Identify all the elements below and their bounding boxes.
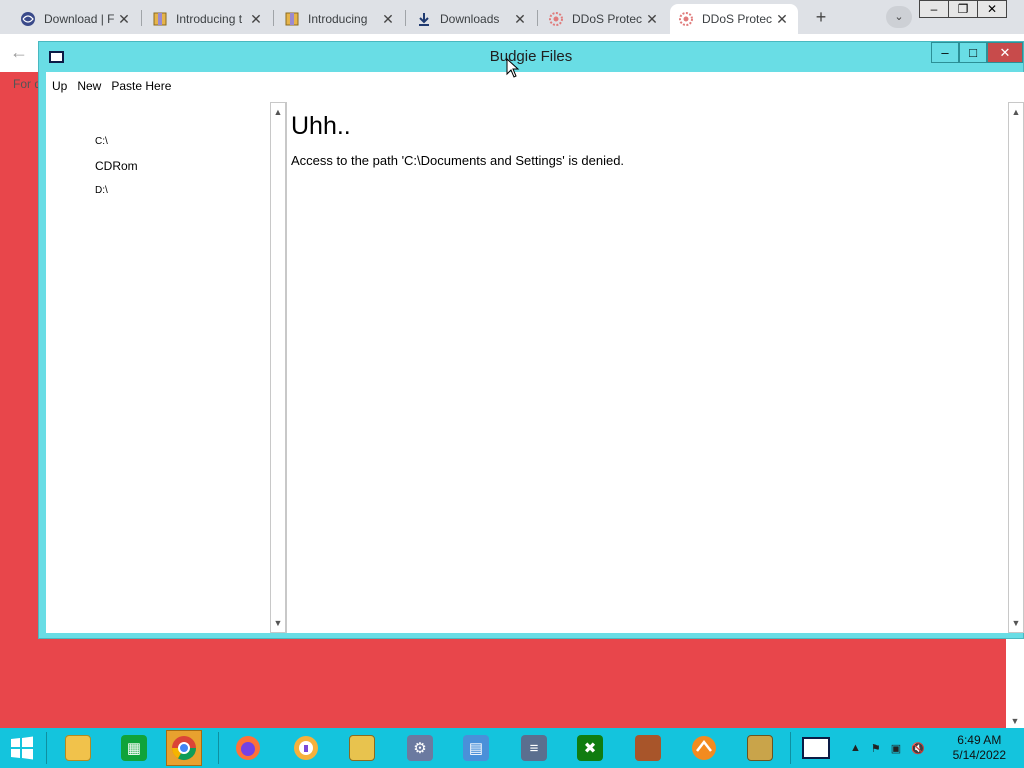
tab-introducing-2[interactable]: Introducing ✕ xyxy=(276,4,404,34)
tab-downloads[interactable]: Downloads ✕ xyxy=(408,4,536,34)
tab-title: DDoS Protec xyxy=(702,12,773,26)
tab-ddos-1[interactable]: DDoS Protec ✕ xyxy=(540,4,668,34)
new-tab-button[interactable]: + xyxy=(808,6,834,28)
browser-scrollbar[interactable]: ▼ xyxy=(1006,639,1024,729)
spark-icon[interactable] xyxy=(686,730,722,766)
clock-date: 5/14/2022 xyxy=(952,748,1006,762)
error-heading: Uhh.. xyxy=(291,112,351,140)
tab-introducing-1[interactable]: Introducing t ✕ xyxy=(144,4,272,34)
archive-icon xyxy=(284,11,300,27)
chrome-icon[interactable] xyxy=(166,730,202,766)
archive-icon xyxy=(152,11,168,27)
tab-ddos-2-active[interactable]: DDoS Protec ✕ xyxy=(670,4,798,34)
start-button[interactable] xyxy=(4,730,40,766)
close-tab-icon[interactable]: ✕ xyxy=(512,11,528,28)
taskbar-divider xyxy=(218,732,219,764)
tab-divider xyxy=(141,10,142,26)
shield-icon xyxy=(678,11,694,27)
window-controls: – □ ✕ xyxy=(931,42,1023,63)
drive-c[interactable]: C:\ xyxy=(95,136,108,147)
flag-icon[interactable]: ⚑ xyxy=(871,742,881,755)
browser-tabstrip: Download | F ✕ Introducing t ✕ Introduci… xyxy=(0,0,1024,34)
right-scrollbar[interactable]: ▲ ▼ xyxy=(1008,102,1024,633)
close-button[interactable]: ✕ xyxy=(987,42,1023,63)
taskbar: ▦ ⚙ ▤ ≡ ✖ ▲ ⚑ ▣ 🔇 6:49 AM 5/14/2022 xyxy=(0,728,1024,768)
close-tab-icon[interactable]: ✕ xyxy=(774,11,790,28)
content-area: C:\ CDRom D:\ ▲ ▼ Uhh.. Access to the pa… xyxy=(46,100,1024,633)
vpn-icon[interactable] xyxy=(288,730,324,766)
pane-divider xyxy=(286,102,288,633)
shield-icon xyxy=(548,11,564,27)
tab-title: Introducing t xyxy=(176,12,243,26)
network-icon[interactable]: ▤ xyxy=(458,730,494,766)
server-icon[interactable]: ≡ xyxy=(516,730,552,766)
tab-title: Introducing xyxy=(308,12,368,26)
scroll-up-icon[interactable]: ▲ xyxy=(1009,105,1023,119)
minimize-button[interactable]: – xyxy=(919,0,949,18)
close-tab-icon[interactable]: ✕ xyxy=(380,11,396,28)
firefox-icon[interactable] xyxy=(230,730,266,766)
tab-divider xyxy=(273,10,274,26)
xbox-icon[interactable]: ✖ xyxy=(572,730,608,766)
taskbar-divider xyxy=(790,732,791,764)
window-app-icon[interactable] xyxy=(798,730,834,766)
scroll-down-icon[interactable]: ▼ xyxy=(1009,616,1023,630)
chevron-down-icon[interactable]: ⌄ xyxy=(886,6,912,28)
download-icon xyxy=(416,11,432,27)
close-tab-icon[interactable]: ✕ xyxy=(248,11,264,28)
scroll-up-icon[interactable]: ▲ xyxy=(271,105,285,119)
tab-divider xyxy=(537,10,538,26)
tab-title: DDoS Protec xyxy=(572,12,643,26)
settings-tool-icon[interactable]: ⚙ xyxy=(402,730,438,766)
drive-cdrom[interactable]: CDRom xyxy=(95,159,138,173)
close-tab-icon[interactable]: ✕ xyxy=(116,11,132,28)
maximize-button[interactable]: □ xyxy=(959,42,987,63)
scroll-down-icon[interactable]: ▼ xyxy=(1006,716,1024,726)
back-arrow-icon[interactable]: ← xyxy=(10,42,28,63)
left-scrollbar[interactable]: ▲ ▼ xyxy=(270,102,286,633)
clock-time: 6:49 AM xyxy=(957,733,1002,747)
tab-title: Downloads xyxy=(440,12,500,26)
browser-window-controls: – ❐ ✕ xyxy=(919,0,1007,20)
tab-title: Download | F xyxy=(44,12,115,26)
chevron-up-icon[interactable]: ▲ xyxy=(850,742,861,754)
menu-bar: Up New Paste Here xyxy=(46,72,1024,100)
paste-here-button[interactable]: Paste Here xyxy=(111,79,171,93)
system-tray: ▲ ⚑ ▣ 🔇 xyxy=(850,728,935,768)
window-title: Budgie Files xyxy=(489,48,573,65)
network-status-icon[interactable]: ▣ xyxy=(891,742,901,755)
winrar-icon[interactable] xyxy=(742,730,778,766)
new-button[interactable]: New xyxy=(77,79,101,93)
archive-tool-icon[interactable] xyxy=(344,730,380,766)
drive-d[interactable]: D:\ xyxy=(95,185,108,196)
error-message: Access to the path 'C:\Documents and Set… xyxy=(291,153,625,168)
close-tab-icon[interactable]: ✕ xyxy=(644,11,660,28)
drive-list: C:\ CDRom D:\ xyxy=(46,100,286,633)
close-button[interactable]: ✕ xyxy=(977,0,1007,18)
volume-muted-icon[interactable]: 🔇 xyxy=(911,742,925,755)
file-explorer-icon[interactable] xyxy=(60,730,96,766)
minimize-button[interactable]: – xyxy=(931,42,959,63)
clock[interactable]: 6:49 AM 5/14/2022 xyxy=(953,733,1006,763)
taskbar-divider xyxy=(46,732,47,764)
game-icon[interactable] xyxy=(630,730,666,766)
windows-logo-icon xyxy=(11,736,33,760)
store-icon[interactable]: ▦ xyxy=(116,730,152,766)
tab-divider xyxy=(405,10,406,26)
restore-button[interactable]: ❐ xyxy=(948,0,978,18)
globe-icon xyxy=(20,11,36,27)
tab-download[interactable]: Download | F ✕ xyxy=(12,4,140,34)
bookmark-item[interactable]: For q xyxy=(13,77,41,91)
mouse-cursor-icon xyxy=(506,58,520,78)
up-button[interactable]: Up xyxy=(52,79,67,93)
scroll-down-icon[interactable]: ▼ xyxy=(271,616,285,630)
budgie-files-window: Budgie Files – □ ✕ Up New Paste Here C:\… xyxy=(38,41,1024,639)
